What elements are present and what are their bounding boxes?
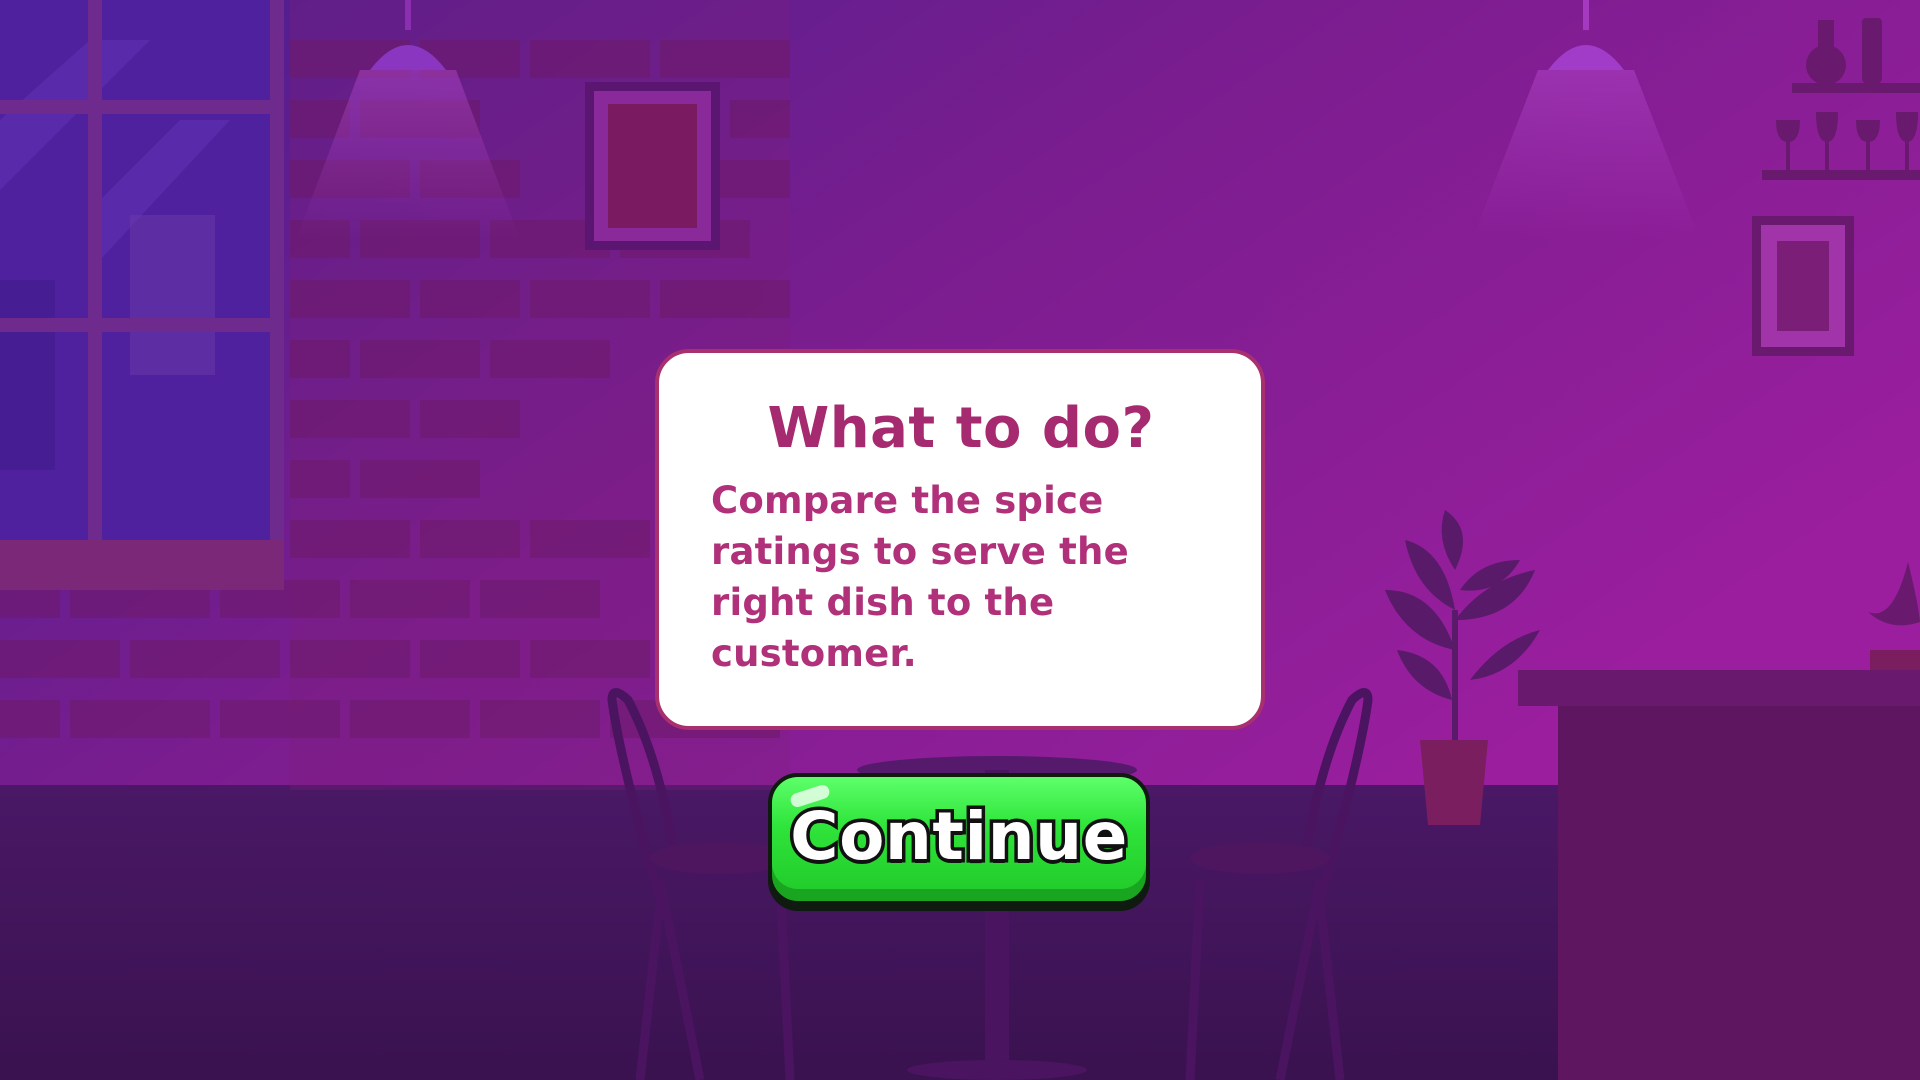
game-stage: What to do? Compare the spice ratings to… — [0, 0, 1920, 1080]
continue-button[interactable]: Continue — [768, 773, 1150, 905]
picture-frame-left — [585, 82, 720, 250]
dialog-title: What to do? — [767, 396, 1155, 461]
dialog-body: Compare the spice ratings to serve the r… — [711, 479, 1129, 675]
picture-frame-right — [1752, 216, 1854, 356]
continue-label: Continue — [787, 794, 1131, 878]
window — [0, 0, 284, 590]
instruction-dialog: What to do? Compare the spice ratings to… — [655, 349, 1265, 730]
